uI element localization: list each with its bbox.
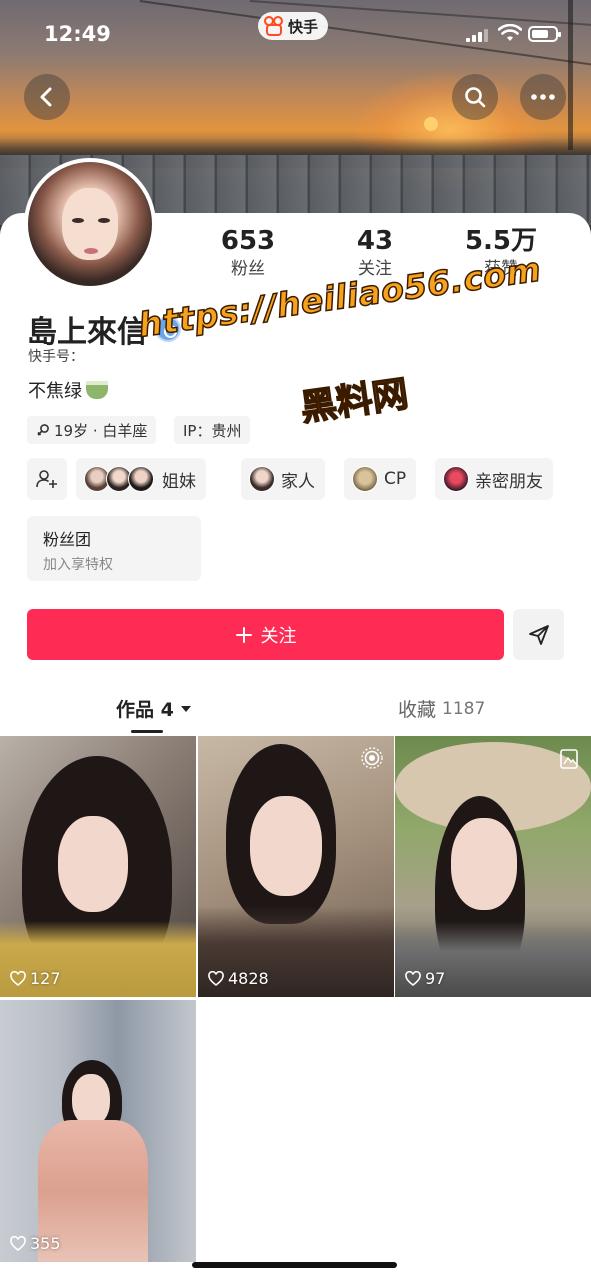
message-button[interactable] (513, 609, 564, 660)
follow-button[interactable]: 关注 (27, 609, 504, 660)
app-name: 快手 (288, 17, 319, 36)
bio-text: 不焦绿 (28, 381, 82, 402)
tab-favorites-label: 收藏 (398, 699, 437, 721)
relation-family[interactable]: 家人 (241, 458, 325, 500)
post-thumbnail[interactable]: 97 (395, 736, 591, 997)
more-button[interactable] (520, 74, 566, 120)
post-likes: 355 (10, 1234, 61, 1253)
wifi-icon (498, 24, 522, 41)
avatar[interactable] (24, 158, 156, 290)
post-likes: 4828 (208, 969, 269, 988)
post-likes: 97 (405, 969, 445, 988)
display-name: 島上來信 (27, 315, 147, 350)
relation-label: 姐妹 (162, 471, 196, 492)
relation-label: 家人 (281, 471, 315, 492)
bio: 不焦绿 (28, 377, 108, 403)
user-id[interactable]: 快手号： (28, 346, 84, 366)
stat-value: 653 (220, 226, 276, 256)
post-thumbnail[interactable]: 4828 (198, 736, 394, 997)
search-icon (465, 87, 486, 108)
app-indicator[interactable]: 快手 (258, 12, 329, 40)
caret-down-icon (180, 705, 191, 712)
add-relation-button[interactable] (27, 458, 67, 500)
tab-favorites[interactable]: 收藏 1187 (398, 695, 485, 722)
relation-label: 亲密朋友 (475, 471, 543, 492)
stat-label: 粉丝 (231, 259, 265, 279)
relation-avatar (352, 466, 378, 492)
signal-icon (466, 28, 488, 42)
fans-club-subtitle: 加入享特权 (43, 557, 113, 573)
relation-label: CP (384, 469, 407, 489)
fans-club-card[interactable]: 粉丝团 加入享特权 (27, 516, 201, 581)
follow-label: 关注 (260, 625, 297, 647)
live-photo-icon (361, 747, 383, 769)
post-likes-count: 97 (425, 969, 446, 988)
fans-club-title: 粉丝团 (43, 530, 92, 549)
relation-avatar (249, 466, 275, 492)
relation-avatar (443, 466, 469, 492)
relation-sisters[interactable]: 姐妹 (76, 458, 206, 500)
tag-ip-location: IP：贵州 (174, 416, 251, 444)
relation-avatar (128, 466, 154, 492)
post-likes-count: 4828 (228, 969, 269, 988)
tag-text: 19岁 · 白羊座 (54, 421, 148, 440)
battery-icon (528, 26, 561, 42)
relation-close-friends[interactable]: 亲密朋友 (435, 458, 553, 500)
matcha-emoji-icon (86, 381, 108, 399)
status-bar: 12:49 快手 (0, 0, 591, 64)
tab-works-label: 作品 4 (116, 699, 174, 721)
post-likes: 127 (10, 969, 61, 988)
heart-icon (405, 971, 421, 986)
tab-works[interactable]: 作品 4 (116, 695, 192, 722)
add-user-icon (36, 470, 57, 488)
tag-age-zodiac: 19岁 · 白羊座 (27, 416, 157, 444)
post-likes-count: 127 (30, 969, 61, 988)
chevron-left-icon (40, 87, 52, 107)
tab-indicator (131, 730, 163, 733)
tag-text: IP：贵州 (183, 421, 242, 440)
tab-favorites-count: 1187 (442, 698, 486, 719)
image-set-icon (560, 749, 578, 769)
plus-icon (235, 626, 252, 643)
kuaishou-logo-icon (264, 16, 284, 36)
relation-cp[interactable]: CP (344, 458, 417, 500)
stat-value: 43 (356, 226, 394, 256)
post-thumbnail[interactable]: 355 (0, 1000, 196, 1262)
more-icon (531, 94, 555, 100)
heart-icon (10, 971, 26, 986)
heart-icon (208, 971, 224, 986)
sun (424, 117, 438, 131)
post-likes-count: 355 (30, 1234, 61, 1253)
clock: 12:49 (44, 22, 111, 46)
heart-icon (10, 1236, 26, 1251)
home-indicator[interactable] (192, 1262, 397, 1268)
relations-row: 姐妹 家人 CP 亲密朋友 (0, 458, 591, 500)
search-button[interactable] (452, 74, 498, 120)
post-thumbnail[interactable]: 127 (0, 736, 196, 997)
send-icon (528, 624, 549, 645)
stat-followers[interactable]: 653 粉丝 (188, 226, 308, 282)
back-button[interactable] (24, 74, 70, 120)
female-symbol-icon (37, 424, 49, 436)
